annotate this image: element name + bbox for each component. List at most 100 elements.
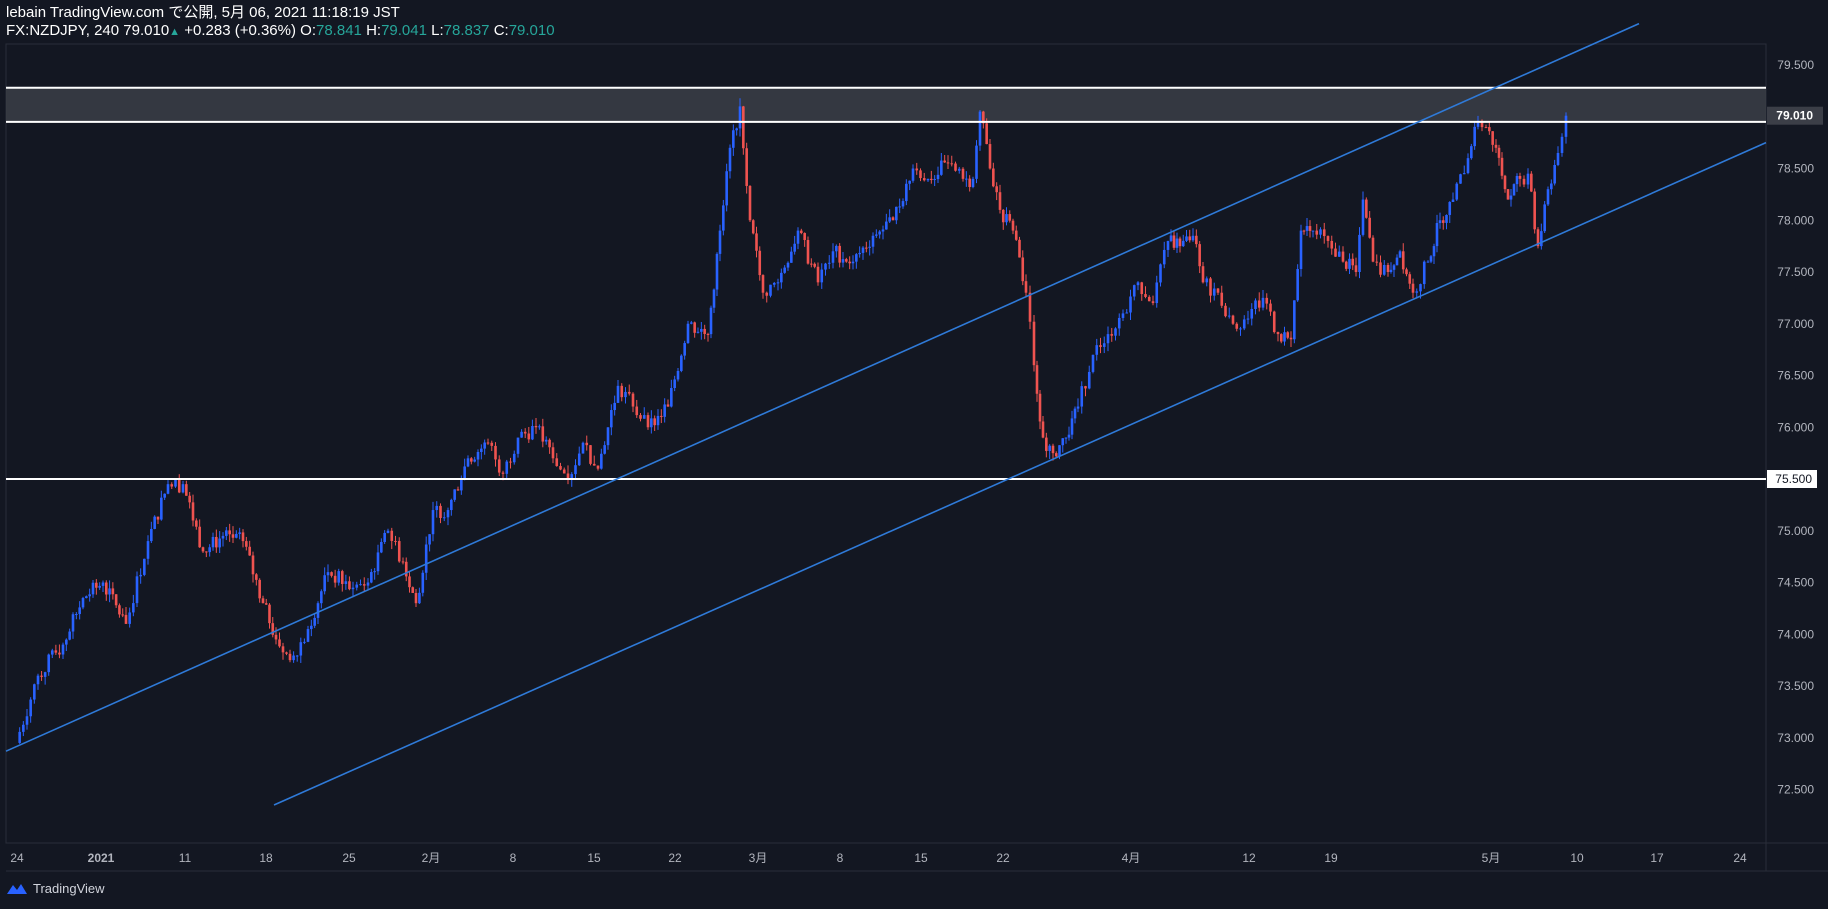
candle-up (1129, 296, 1132, 313)
candle-up (670, 387, 673, 407)
candle-up (323, 575, 326, 592)
candle-up (1048, 445, 1051, 451)
candle-up (1121, 313, 1125, 318)
price-tick-label: 76.500 (1777, 369, 1814, 383)
candle-up (531, 425, 534, 440)
candle-up (1556, 152, 1560, 165)
candle-up (871, 235, 875, 247)
candle-up (905, 183, 908, 202)
candle-down (1054, 453, 1058, 457)
candle-down (1231, 315, 1235, 324)
candle-down (1488, 127, 1491, 132)
price-tick-label: 72.500 (1777, 783, 1814, 797)
candle-up (181, 484, 185, 493)
price-tick-label: 74.000 (1777, 627, 1814, 641)
candle-down (1216, 288, 1220, 293)
candle-up (1076, 406, 1080, 409)
candle-down (810, 263, 813, 265)
candle-up (337, 571, 341, 583)
candle-up (790, 251, 793, 263)
candle-down (340, 571, 344, 584)
candle-up (1435, 223, 1439, 247)
candle-up (1106, 334, 1110, 344)
candle-down (1209, 278, 1212, 296)
zone-fill (6, 87, 1766, 122)
candle-down (114, 594, 118, 606)
candle-down (274, 634, 278, 640)
candle-up (650, 418, 653, 428)
candle-up (310, 625, 313, 630)
candle-down (241, 532, 245, 542)
candle-down (653, 418, 656, 426)
candle-down (919, 170, 922, 179)
candle-up (851, 261, 855, 264)
candle-up (50, 650, 54, 655)
candle-up (132, 603, 135, 613)
candle-up (1415, 291, 1419, 293)
candle-up (376, 552, 380, 572)
candle-up (735, 128, 738, 131)
candle-up (577, 453, 581, 466)
candle-down (439, 505, 442, 519)
candle-up (453, 489, 456, 500)
tradingview-logo[interactable]: TradingView (6, 881, 105, 896)
candle-up (1361, 199, 1365, 235)
candle-down (559, 466, 562, 470)
candle-up (1296, 268, 1299, 301)
candle-up (875, 234, 878, 236)
candle-down (1497, 147, 1501, 158)
candle-up (1102, 343, 1106, 347)
candle-down (755, 233, 758, 251)
candle-down (930, 178, 933, 181)
candle-down (646, 415, 650, 428)
candle-up (1091, 354, 1095, 372)
candle-up (1455, 183, 1459, 200)
candle-up (888, 217, 891, 222)
candle-down (998, 192, 1002, 210)
candle-up (673, 379, 676, 388)
candle-up (163, 493, 166, 498)
candle-up (841, 259, 845, 263)
candle-down (1272, 311, 1276, 333)
candle-down (961, 168, 965, 179)
candle-down (248, 546, 251, 556)
candle-down (255, 574, 258, 580)
candle-up (1550, 183, 1553, 190)
candle-up (146, 541, 150, 559)
candle-down (985, 123, 988, 145)
candle-up (1064, 437, 1068, 439)
price-chart[interactable]: 72.500 73.000 73.500 74.000 74.500 75.000 76.0… (0, 0, 1828, 909)
candle-up (480, 448, 483, 452)
candle-down (285, 652, 288, 654)
candle-down (1322, 229, 1326, 237)
candle-up (656, 415, 660, 426)
candle-up (1311, 230, 1315, 232)
candle-up (424, 544, 428, 573)
time-tick-label: 24 (1733, 851, 1747, 865)
time-tick-label: 24 (10, 851, 24, 865)
current-price-label: 79.010 (1776, 109, 1813, 123)
candle-up (1205, 278, 1209, 283)
candle-down (170, 484, 174, 487)
candle-down (390, 530, 394, 541)
candle-up (780, 272, 783, 283)
candle-down (1014, 230, 1018, 240)
time-axis[interactable]: 24 2021 11 18 25 2月 8 15 22 3月 8 15 22 4月 12 19 5月 10 17 24 (10, 851, 1747, 865)
candle-up (1395, 257, 1399, 266)
price-axis[interactable]: 72.500 73.000 73.500 74.000 74.500 75.000 76.0… (1767, 58, 1823, 797)
candle-down (1289, 337, 1293, 340)
time-tick-label: 2月 (422, 851, 441, 865)
candle-down (1286, 332, 1290, 338)
candle-up (435, 505, 439, 511)
candle-up (143, 558, 146, 575)
candle-up (1445, 214, 1448, 223)
candle-down (408, 576, 411, 588)
price-label-tag: 75.500 (1767, 470, 1817, 488)
candle-down (1178, 238, 1182, 247)
candle-up (933, 179, 936, 181)
candle-down (156, 516, 160, 520)
candle-down (845, 259, 848, 262)
candle-down (278, 639, 281, 647)
candle-up (1382, 264, 1386, 275)
candle-down (1147, 296, 1151, 302)
